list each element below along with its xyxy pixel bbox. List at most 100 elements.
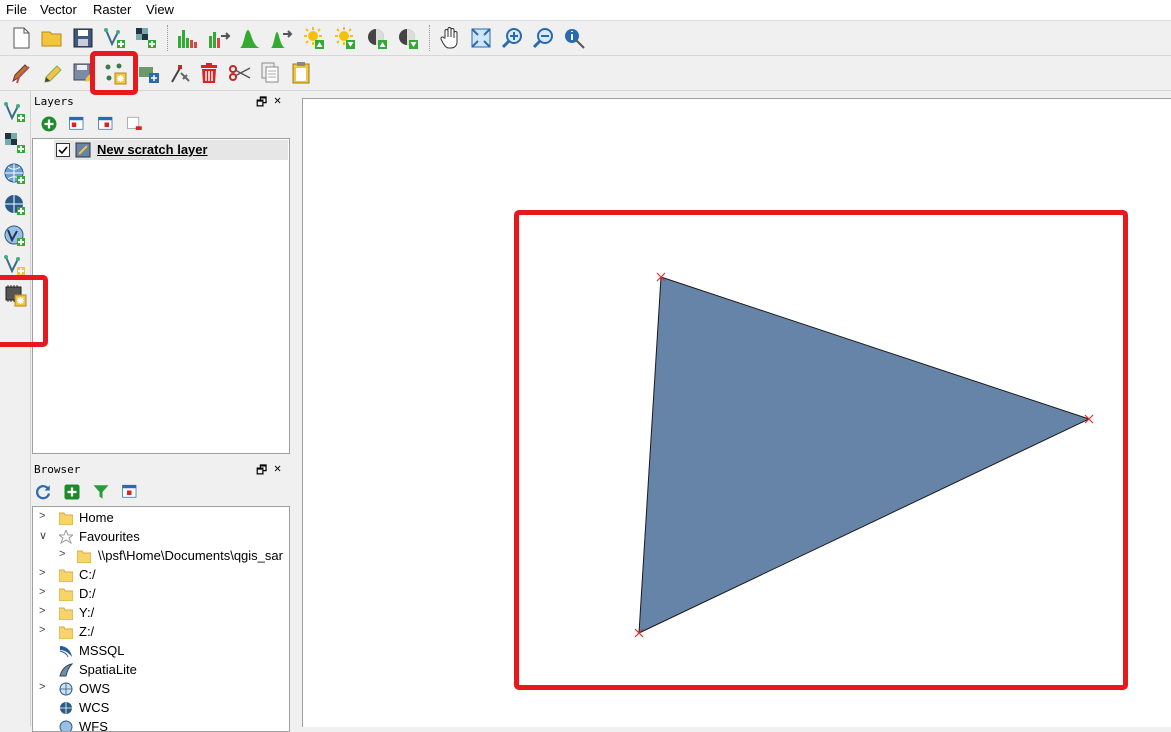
node-tool-icon <box>171 65 190 83</box>
open-project-button[interactable] <box>39 25 65 51</box>
menu-raster[interactable]: Raster <box>93 2 131 17</box>
browser-panel-header: Browser 🗗 ✕ <box>32 460 288 478</box>
expand-all-button[interactable] <box>64 111 90 137</box>
new-project-button[interactable] <box>8 25 34 51</box>
browser-item-favourites[interactable]: ∨ Favourites <box>35 528 287 547</box>
browser-item-home[interactable]: > Home <box>35 509 287 528</box>
folder-icon <box>59 588 73 601</box>
folder-icon <box>59 626 73 639</box>
histogram-curve-arrows-icon <box>271 30 293 48</box>
collapse-browser-button[interactable] <box>117 479 143 505</box>
collapse-all-button[interactable] <box>93 111 119 137</box>
vector-add-icon <box>104 28 125 48</box>
folder-open-icon <box>41 31 62 47</box>
ows-icon <box>59 682 73 696</box>
brightness-up-button[interactable] <box>301 25 327 51</box>
copy-features-button[interactable] <box>257 60 283 86</box>
browser-item-wcs[interactable]: WCS <box>35 699 287 718</box>
identify-button[interactable] <box>561 25 587 51</box>
remove-layer-button[interactable] <box>122 111 148 137</box>
histogram-curve-button[interactable] <box>237 25 263 51</box>
browser-item-c-drive[interactable]: > C:/ <box>35 566 287 585</box>
add-wcs-layer-button[interactable] <box>2 192 28 218</box>
browser-item-ows[interactable]: > OWS <box>35 680 287 699</box>
browser-panel-toolbar <box>32 479 288 505</box>
contrast-down-button[interactable] <box>395 25 421 51</box>
folder-icon <box>59 512 73 525</box>
contrast-up-button[interactable] <box>364 25 390 51</box>
zoom-out-button[interactable] <box>530 25 556 51</box>
close-panel-icon[interactable]: ✕ <box>274 93 281 107</box>
raster-add-icon <box>136 28 156 48</box>
sun-up-icon <box>304 27 324 49</box>
add-raster-layer-button[interactable] <box>133 25 159 51</box>
expand-arrow-icon[interactable]: > <box>39 510 45 522</box>
add-group-button[interactable] <box>36 111 62 137</box>
collapse-icon <box>98 116 113 130</box>
zoom-out-icon <box>532 28 553 49</box>
browser-tree: > Home ∨ Favourites > \\psf\Home\Documen… <box>32 506 290 732</box>
zoom-in-icon <box>501 28 522 49</box>
menu-bar: File Vector Raster View <box>0 0 1171 21</box>
browser-item-mssql[interactable]: MSSQL <box>35 642 287 661</box>
expand-arrow-icon[interactable]: > <box>59 548 65 560</box>
folder-icon <box>77 550 91 563</box>
manage-layers-toolbar <box>0 91 31 726</box>
delete-selected-button[interactable] <box>196 60 222 86</box>
histogram-icon <box>178 30 197 48</box>
add-vector-layer-side-button[interactable] <box>2 99 28 125</box>
add-selected-layers-button[interactable] <box>59 479 85 505</box>
current-edits-button[interactable] <box>8 60 34 86</box>
add-raster-layer-side-button[interactable] <box>2 130 28 156</box>
refresh-icon <box>36 485 51 500</box>
add-wms-layer-button[interactable] <box>2 161 28 187</box>
expand-icon <box>69 116 84 130</box>
menu-file[interactable]: File <box>6 2 27 17</box>
browser-item-d-drive[interactable]: > D:/ <box>35 585 287 604</box>
expand-arrow-icon[interactable]: > <box>39 605 45 617</box>
browser-item-spatialite[interactable]: SpatiaLite <box>35 661 287 680</box>
browser-item-z-drive[interactable]: > Z:/ <box>35 623 287 642</box>
toolbar-separator <box>167 25 170 51</box>
node-tool-button[interactable] <box>168 60 194 86</box>
close-panel-icon[interactable]: ✕ <box>274 461 281 475</box>
folder-icon <box>59 607 73 620</box>
star-icon <box>59 530 73 544</box>
move-feature-button[interactable] <box>136 60 162 86</box>
layers-tree <box>32 138 290 454</box>
histogram-curve-2-button[interactable] <box>268 25 294 51</box>
histogram-stretch-button[interactable] <box>175 25 201 51</box>
brightness-down-button[interactable] <box>332 25 358 51</box>
histogram-curve-icon <box>240 30 260 48</box>
toggle-editing-button[interactable] <box>39 60 65 86</box>
pan-map-button[interactable] <box>437 25 463 51</box>
pencils-icon <box>12 64 30 84</box>
trash-icon <box>201 63 217 83</box>
expand-arrow-icon[interactable]: ∨ <box>39 529 47 542</box>
highlight-add-point-tool <box>90 51 138 95</box>
filter-browser-button[interactable] <box>88 479 114 505</box>
add-vector-layer-button[interactable] <box>102 25 128 51</box>
refresh-button[interactable] <box>30 479 56 505</box>
add-wfs-layer-button[interactable] <box>2 223 28 249</box>
browser-item-y-drive[interactable]: > Y:/ <box>35 604 287 623</box>
browser-item-wfs[interactable]: WFS <box>35 718 287 731</box>
expand-arrow-icon[interactable]: > <box>39 624 45 636</box>
histogram-stretch-2-button[interactable] <box>206 25 232 51</box>
menu-vector[interactable]: Vector <box>40 2 77 17</box>
save-project-button[interactable] <box>70 25 96 51</box>
spatialite-icon <box>59 663 73 677</box>
expand-arrow-icon[interactable]: > <box>39 567 45 579</box>
save-icon <box>73 28 93 48</box>
zoom-full-button[interactable] <box>468 25 494 51</box>
paste-features-button[interactable] <box>288 60 314 86</box>
menu-view[interactable]: View <box>146 2 174 17</box>
expand-arrow-icon[interactable]: > <box>39 681 45 693</box>
mssql-icon <box>59 646 72 658</box>
expand-arrow-icon[interactable]: > <box>39 586 45 598</box>
layer-item-new-scratch-layer[interactable]: New scratch layer <box>54 140 288 160</box>
layer-visibility-checkbox[interactable] <box>56 143 70 157</box>
zoom-in-button[interactable] <box>499 25 525 51</box>
browser-item-psf-home[interactable]: > \\psf\Home\Documents\qgis_sar <box>35 547 287 566</box>
cut-features-button[interactable] <box>227 60 253 86</box>
